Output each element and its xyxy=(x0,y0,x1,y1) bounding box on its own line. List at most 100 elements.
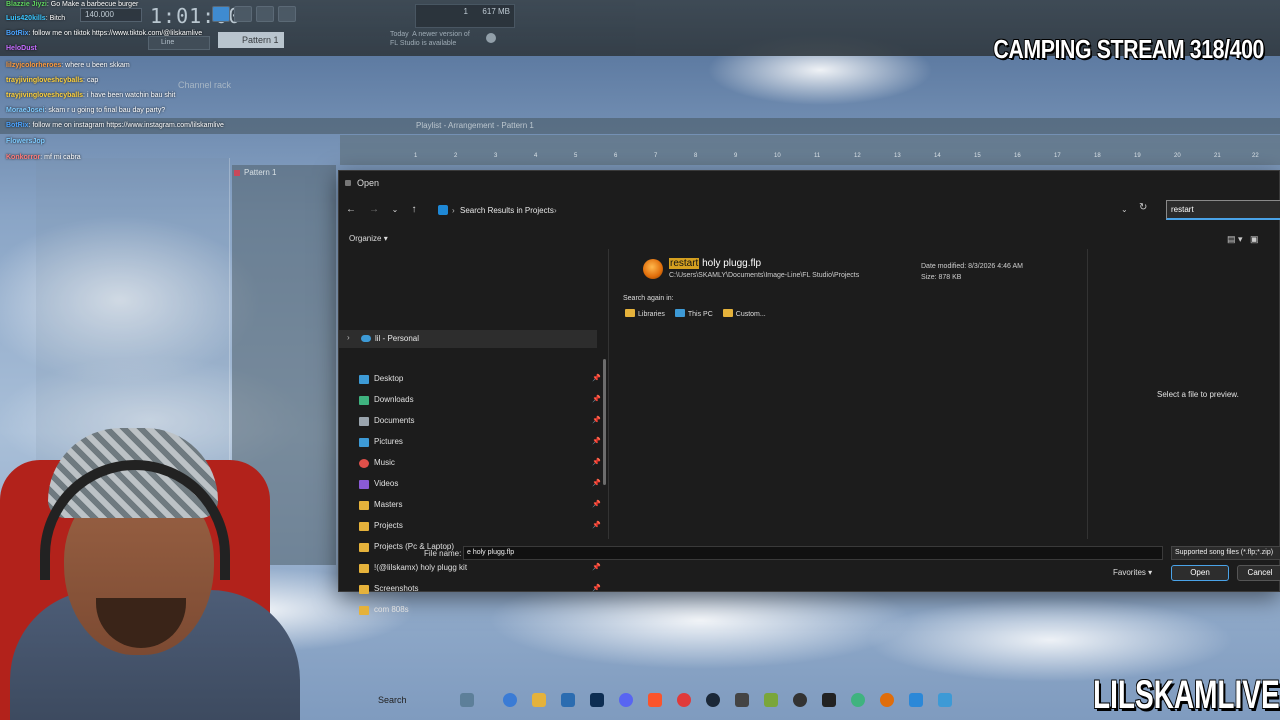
taskbar: Search xyxy=(340,690,1100,712)
search-input[interactable]: restart xyxy=(1166,200,1280,220)
search-again-this-pc[interactable]: This PC xyxy=(674,309,713,318)
ruler-number: 21 xyxy=(1214,153,1221,159)
countdown-button[interactable] xyxy=(278,6,296,22)
nav-item-onedrive[interactable]: › lil - Personal xyxy=(339,330,597,348)
chat-text: follow me on tiktok https://www.tiktok.c… xyxy=(32,30,203,37)
steam-icon[interactable] xyxy=(706,693,720,707)
search-result-item[interactable]: restart holy plugg.flp C:\Users\SKAMLY\D… xyxy=(629,257,1085,283)
breadcrumb-item[interactable]: Search Results in Projects xyxy=(460,206,554,215)
taskview-icon[interactable] xyxy=(460,693,474,707)
file-name-input[interactable]: e holy plugg.flp xyxy=(463,546,1163,560)
nav-item-downloads[interactable]: Downloads 📌 xyxy=(359,393,601,407)
ruler-number: 14 xyxy=(934,153,941,159)
file-name-label: File name: xyxy=(424,549,462,558)
picture-icon xyxy=(359,438,369,447)
tempo-display[interactable]: 140.000 xyxy=(80,8,142,22)
nav-item-videos[interactable]: Videos 📌 xyxy=(359,477,601,491)
ruler-number: 7 xyxy=(654,153,658,159)
nav-item-holy-plugg-kit[interactable]: !(@lilskamx) holy plugg kit 📌 xyxy=(359,561,601,575)
view-options[interactable]: ▤ ▾ ▣ xyxy=(1227,234,1259,245)
ruler-number: 18 xyxy=(1094,153,1101,159)
result-date-modified: Date modified: 8/3/2026 4:46 AM xyxy=(921,263,1023,270)
folder-icon xyxy=(359,585,369,594)
recent-locations-chevron-icon[interactable]: ⌄ xyxy=(387,203,403,217)
snap-selector[interactable]: Line xyxy=(148,36,210,50)
nav-item-music[interactable]: Music 📌 xyxy=(359,456,601,470)
pattern-list-item[interactable]: Pattern 1 xyxy=(232,168,276,177)
address-bar[interactable]: › Search Results in Projects › xyxy=(433,201,1133,219)
address-dropdown-chevron-icon[interactable]: ⌄ xyxy=(1121,205,1128,214)
app-icon xyxy=(345,180,351,186)
copilot-icon[interactable] xyxy=(503,693,517,707)
playlist-title: Playlist - Arrangement - Pattern 1 xyxy=(416,121,534,130)
breadcrumb-separator-icon[interactable]: › xyxy=(554,206,557,215)
taskbar-search[interactable]: Search xyxy=(378,695,407,705)
pattern-mode-button[interactable] xyxy=(212,6,230,22)
photoshop-icon[interactable] xyxy=(590,693,604,707)
nav-item-documents[interactable]: Documents 📌 xyxy=(359,414,601,428)
chat-message: HeloDust xyxy=(6,45,37,52)
chat-user: BotRix xyxy=(6,122,29,129)
open-button[interactable]: Open xyxy=(1171,565,1229,581)
chat-user: lilzyjcolorheroes xyxy=(6,62,62,69)
preview-divider xyxy=(1087,249,1088,539)
file-explorer-icon[interactable] xyxy=(532,693,546,707)
ruler-number: 17 xyxy=(1054,153,1061,159)
forward-arrow-icon[interactable]: → xyxy=(366,203,382,217)
nav-item-com-808s[interactable]: com 808s xyxy=(359,603,599,617)
discord-icon[interactable] xyxy=(619,693,633,707)
metronome-button[interactable] xyxy=(234,6,252,22)
folder-icon xyxy=(722,309,733,317)
app-icon[interactable] xyxy=(677,693,691,707)
favorites-dropdown[interactable]: Favorites ▾ xyxy=(1113,568,1152,577)
nav-item-desktop[interactable]: Desktop 📌 xyxy=(359,372,601,386)
app-icon[interactable] xyxy=(909,693,923,707)
ruler-number: 6 xyxy=(614,153,618,159)
result-path: C:\Users\SKAMLY\Documents\Image-Line\FL … xyxy=(669,272,860,279)
nav-item-label: com 808s xyxy=(374,605,409,614)
playlist-ruler[interactable]: 1 2 3 4 5 6 7 8 9 10 11 12 13 14 15 16 1… xyxy=(340,135,1280,165)
nav-item-screenshots[interactable]: Screenshots 📌 xyxy=(359,582,601,596)
refresh-icon[interactable]: ↻ xyxy=(1139,202,1147,213)
chat-message: FlowersJop xyxy=(6,138,45,145)
pattern-selector[interactable]: Pattern 1 xyxy=(218,32,284,48)
file-type-select[interactable]: Supported song files (*.flp;*.zip) xyxy=(1171,546,1280,560)
app-icon[interactable] xyxy=(764,693,778,707)
info-icon[interactable] xyxy=(486,33,496,43)
search-again-custom[interactable]: Custom... xyxy=(722,309,766,318)
up-arrow-icon[interactable]: ↑ xyxy=(406,203,422,217)
chat-message: MoraeJosei: skam r u going to final bau … xyxy=(6,107,166,114)
app-icon[interactable] xyxy=(735,693,749,707)
view-mode-icon[interactable]: ▤ ▾ xyxy=(1227,234,1243,244)
app-icon[interactable] xyxy=(851,693,865,707)
nav-scrollbar[interactable] xyxy=(603,359,606,485)
notepad-icon[interactable] xyxy=(938,693,952,707)
capcut-icon[interactable] xyxy=(822,693,836,707)
pin-icon: 📌 xyxy=(592,417,601,424)
pin-icon: 📌 xyxy=(592,522,601,529)
nav-item-label: lil - Personal xyxy=(375,334,420,343)
fl-studio-icon[interactable] xyxy=(880,693,894,707)
search-again-libraries[interactable]: Libraries xyxy=(625,309,665,318)
cancel-button[interactable]: Cancel xyxy=(1237,565,1280,581)
nav-item-masters[interactable]: Masters 📌 xyxy=(359,498,601,512)
folder-icon xyxy=(359,522,369,531)
brave-icon[interactable] xyxy=(648,693,662,707)
record-mode-button[interactable] xyxy=(256,6,274,22)
nav-item-pictures[interactable]: Pictures 📌 xyxy=(359,435,601,449)
back-arrow-icon[interactable]: ← xyxy=(343,203,359,217)
dialog-title: Open xyxy=(357,178,380,188)
app-icon[interactable] xyxy=(793,693,807,707)
search-highlight: restart xyxy=(669,258,700,269)
chat-message: trayjivingloveshcyballs: cap xyxy=(6,77,99,84)
expand-chevron-icon[interactable]: › xyxy=(347,333,350,342)
chat-text: skam r u going to final bau day party? xyxy=(48,107,166,114)
preview-pane-icon[interactable]: ▣ xyxy=(1250,234,1259,244)
organize-menu[interactable]: Organize ▾ xyxy=(349,234,388,243)
nav-item-projects[interactable]: Projects 📌 xyxy=(359,519,601,533)
store-icon[interactable] xyxy=(561,693,575,707)
result-size: Size: 878 KB xyxy=(921,274,962,281)
chat-user: FlowersJop xyxy=(6,138,45,145)
desktop-icon xyxy=(359,375,369,384)
ruler-number: 5 xyxy=(574,153,578,159)
